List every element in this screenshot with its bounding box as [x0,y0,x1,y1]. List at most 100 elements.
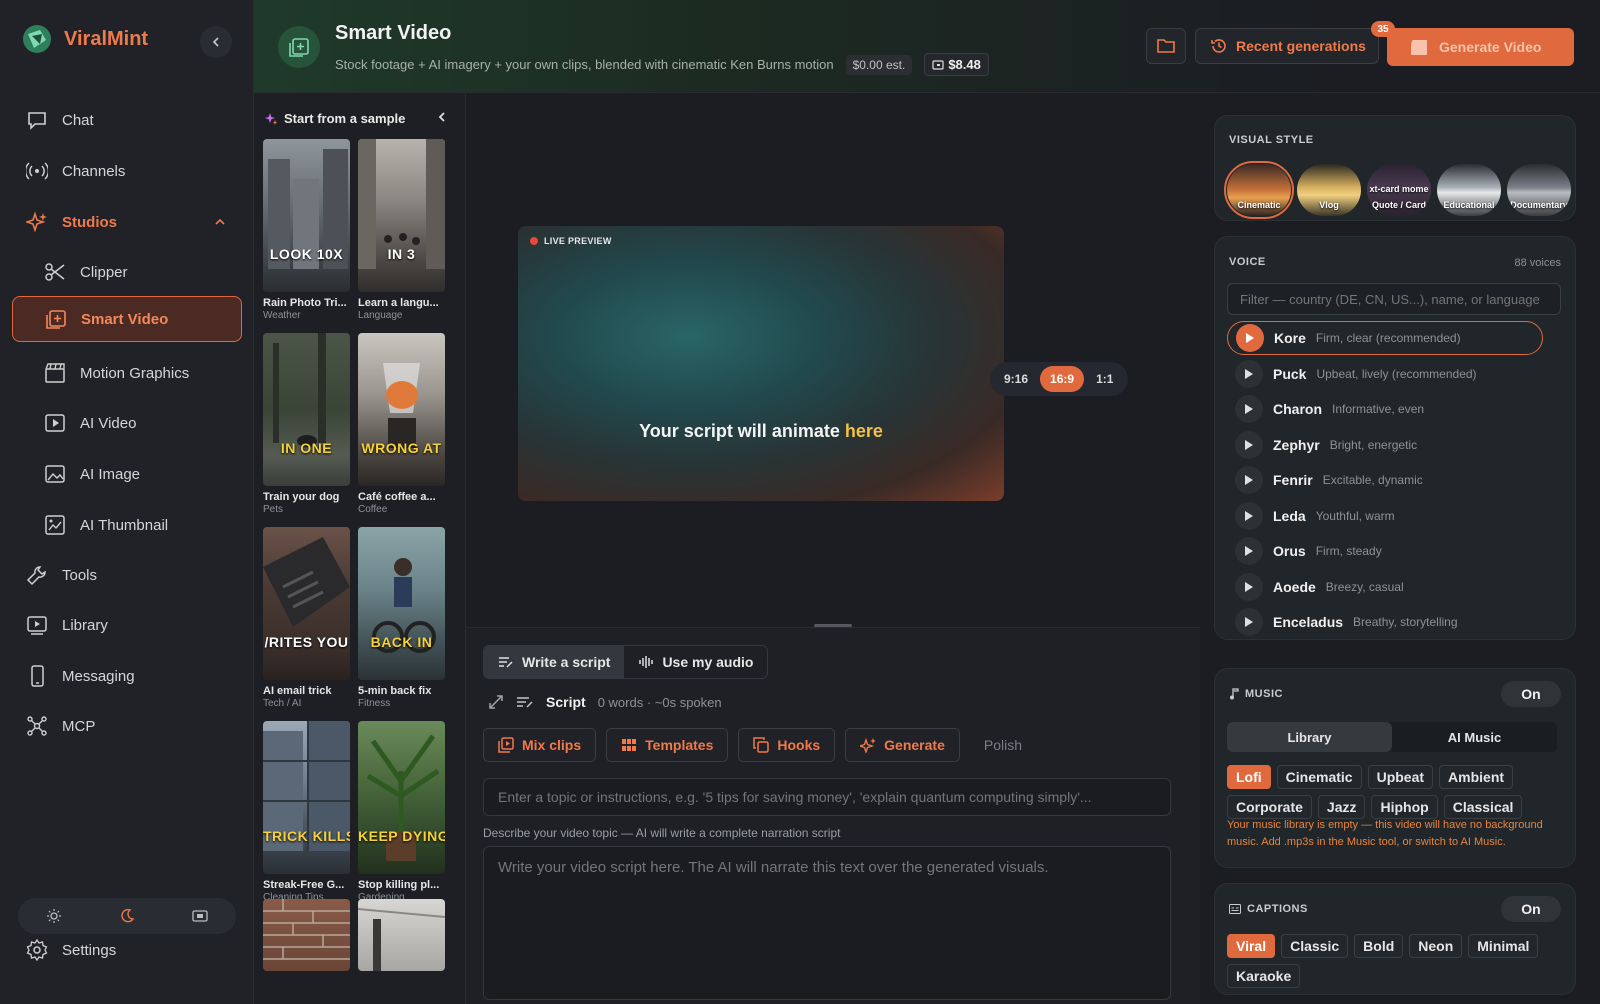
hooks-button[interactable]: Hooks [738,728,836,762]
waveform-icon [638,655,654,669]
play-icon[interactable] [1235,431,1263,459]
generate-script-button[interactable]: Generate [845,728,960,762]
expand-icon[interactable] [488,694,504,710]
sample-card[interactable]: KEEP DYING Stop killing pl... Gardening [358,721,445,903]
sidebar-item-ai-image[interactable]: AI Image [12,451,242,497]
mix-clips-button[interactable]: Mix clips [483,728,597,762]
caption-chip-neon[interactable]: Neon [1409,934,1463,958]
caption-chip-viral[interactable]: Viral [1227,934,1276,958]
genre-chip-hiphop[interactable]: Hiphop [1371,795,1438,819]
voice-option-orus[interactable]: Orus Firm, steady [1227,534,1543,568]
grid-icon [621,737,637,753]
sidebar-item-smart-video[interactable]: Smart Video [12,296,242,342]
topic-input[interactable] [483,778,1171,816]
open-folder-button[interactable] [1146,28,1186,64]
sample-card[interactable]: IN 3 Learn a langu... Language [358,139,445,321]
sample-card[interactable]: TRICK KILLS Streak-Free G... Cleaning Ti… [263,721,350,903]
voice-option-aoede[interactable]: Aoede Breezy, casual [1227,570,1543,604]
style-option-vlog[interactable]: Vlog [1297,164,1361,216]
ratio-16-9-button[interactable]: 16:9 [1040,366,1085,392]
caption-chip-minimal[interactable]: Minimal [1468,934,1539,958]
sample-card[interactable]: WRONG AT Café coffee a... Coffee [358,333,445,515]
templates-button[interactable]: Templates [606,728,729,762]
sample-caption: KEEP DYING [358,828,445,844]
sample-category: Pets [263,504,284,515]
genre-chip-jazz[interactable]: Jazz [1317,795,1366,819]
monitor-icon[interactable] [191,908,208,924]
genre-chip-upbeat[interactable]: Upbeat [1367,765,1434,789]
sample-card[interactable] [358,899,445,971]
tab-use-my-audio[interactable]: Use my audio [624,646,767,678]
voice-option-kore[interactable]: Kore Firm, clear (recommended) [1227,321,1543,355]
genre-chip-classical[interactable]: Classical [1443,795,1523,819]
voice-option-leda[interactable]: Leda Youthful, warm [1227,499,1543,533]
play-icon[interactable] [1235,608,1263,636]
style-thumbnail: Educational [1437,164,1501,216]
sidebar-item-ai-thumbnail[interactable]: AI Thumbnail [12,502,242,548]
generate-video-button[interactable]: Generate Video [1387,28,1574,66]
tab-music-library[interactable]: Library [1227,722,1392,752]
sidebar-item-channels[interactable]: Channels [12,148,242,194]
style-option-quote-card[interactable]: xt-card mome Quote / Card [1367,164,1431,216]
sidebar-item-chat[interactable]: Chat [12,97,242,143]
play-icon[interactable] [1235,573,1263,601]
close-samples-button[interactable] [436,111,448,123]
voice-option-enceladus[interactable]: Enceladus Breathy, storytelling [1227,605,1543,639]
voice-name: Zephyr [1273,437,1320,453]
genre-chip-lofi[interactable]: Lofi [1227,765,1271,789]
voice-option-zephyr[interactable]: Zephyr Bright, energetic [1227,428,1543,462]
polish-button[interactable]: Polish [970,728,1036,762]
music-toggle[interactable]: On [1501,681,1561,707]
page-subtitle-row: Stock footage + AI imagery + your own cl… [335,53,989,76]
play-icon[interactable] [1235,466,1263,494]
voice-description: Informative, even [1332,402,1425,416]
voice-filter-input[interactable] [1227,283,1561,315]
sidebar-item-tools[interactable]: Tools [12,552,242,598]
style-thumbnail: Vlog [1297,164,1361,216]
caption-chip-bold[interactable]: Bold [1354,934,1404,958]
voice-option-puck[interactable]: Puck Upbeat, lively (recommended) [1227,357,1543,391]
genre-chip-corporate[interactable]: Corporate [1227,795,1312,819]
voice-option-charon[interactable]: Charon Informative, even [1227,392,1543,426]
recent-generations-button[interactable]: Recent generations [1195,28,1379,64]
caption-chip-classic[interactable]: Classic [1281,934,1349,958]
moon-icon[interactable] [119,908,135,924]
collapse-sidebar-button[interactable] [200,26,232,58]
style-option-documentary[interactable]: Documentary [1507,164,1571,216]
sample-card[interactable] [263,899,350,971]
sidebar-item-mcp[interactable]: MCP [12,703,242,749]
sidebar-item-motion-graphics[interactable]: Motion Graphics [12,350,242,396]
sidebar-item-ai-video[interactable]: AI Video [12,400,242,446]
sample-card[interactable]: IN ONE Train your dog Pets [263,333,350,515]
sidebar-item-messaging[interactable]: Messaging [12,653,242,699]
sun-icon[interactable] [46,908,62,924]
ratio-1-1-button[interactable]: 1:1 [1086,366,1123,392]
tab-ai-music[interactable]: AI Music [1392,722,1557,752]
play-icon[interactable] [1236,324,1264,352]
brand[interactable]: ViralMint [20,22,148,56]
play-icon[interactable] [1235,360,1263,388]
play-icon[interactable] [1235,395,1263,423]
style-option-cinematic[interactable]: Cinematic [1224,161,1294,219]
sample-card[interactable]: LOOK 10X Rain Photo Tri... Weather [263,139,350,321]
genre-chip-cinematic[interactable]: Cinematic [1276,765,1362,789]
captions-toggle[interactable]: On [1501,896,1561,922]
sidebar-item-studios[interactable]: Studios [12,199,242,245]
genre-chip-ambient[interactable]: Ambient [1439,765,1514,789]
sparkle-icon [264,112,278,126]
sidebar-item-library[interactable]: Library [12,602,242,648]
sidebar-item-label: MCP [62,717,96,735]
play-icon[interactable] [1235,502,1263,530]
tab-write-script[interactable]: Write a script [484,646,625,678]
style-option-educational[interactable]: Educational [1437,164,1501,216]
play-icon[interactable] [1235,537,1263,565]
voice-option-fenrir[interactable]: Fenrir Excitable, dynamic [1227,463,1543,497]
sample-card[interactable]: BACK IN 5-min back fix Fitness [358,527,445,709]
ratio-9-16-button[interactable]: 9:16 [994,366,1038,392]
sample-card[interactable]: /RITES YOU AI email trick Tech / AI [263,527,350,709]
sidebar-item-settings[interactable]: Settings [12,927,242,973]
script-textarea[interactable] [483,846,1171,1000]
tab-label: Write a script [522,654,611,670]
caption-chip-karaoke[interactable]: Karaoke [1227,964,1301,988]
sidebar-item-clipper[interactable]: Clipper [12,249,242,295]
